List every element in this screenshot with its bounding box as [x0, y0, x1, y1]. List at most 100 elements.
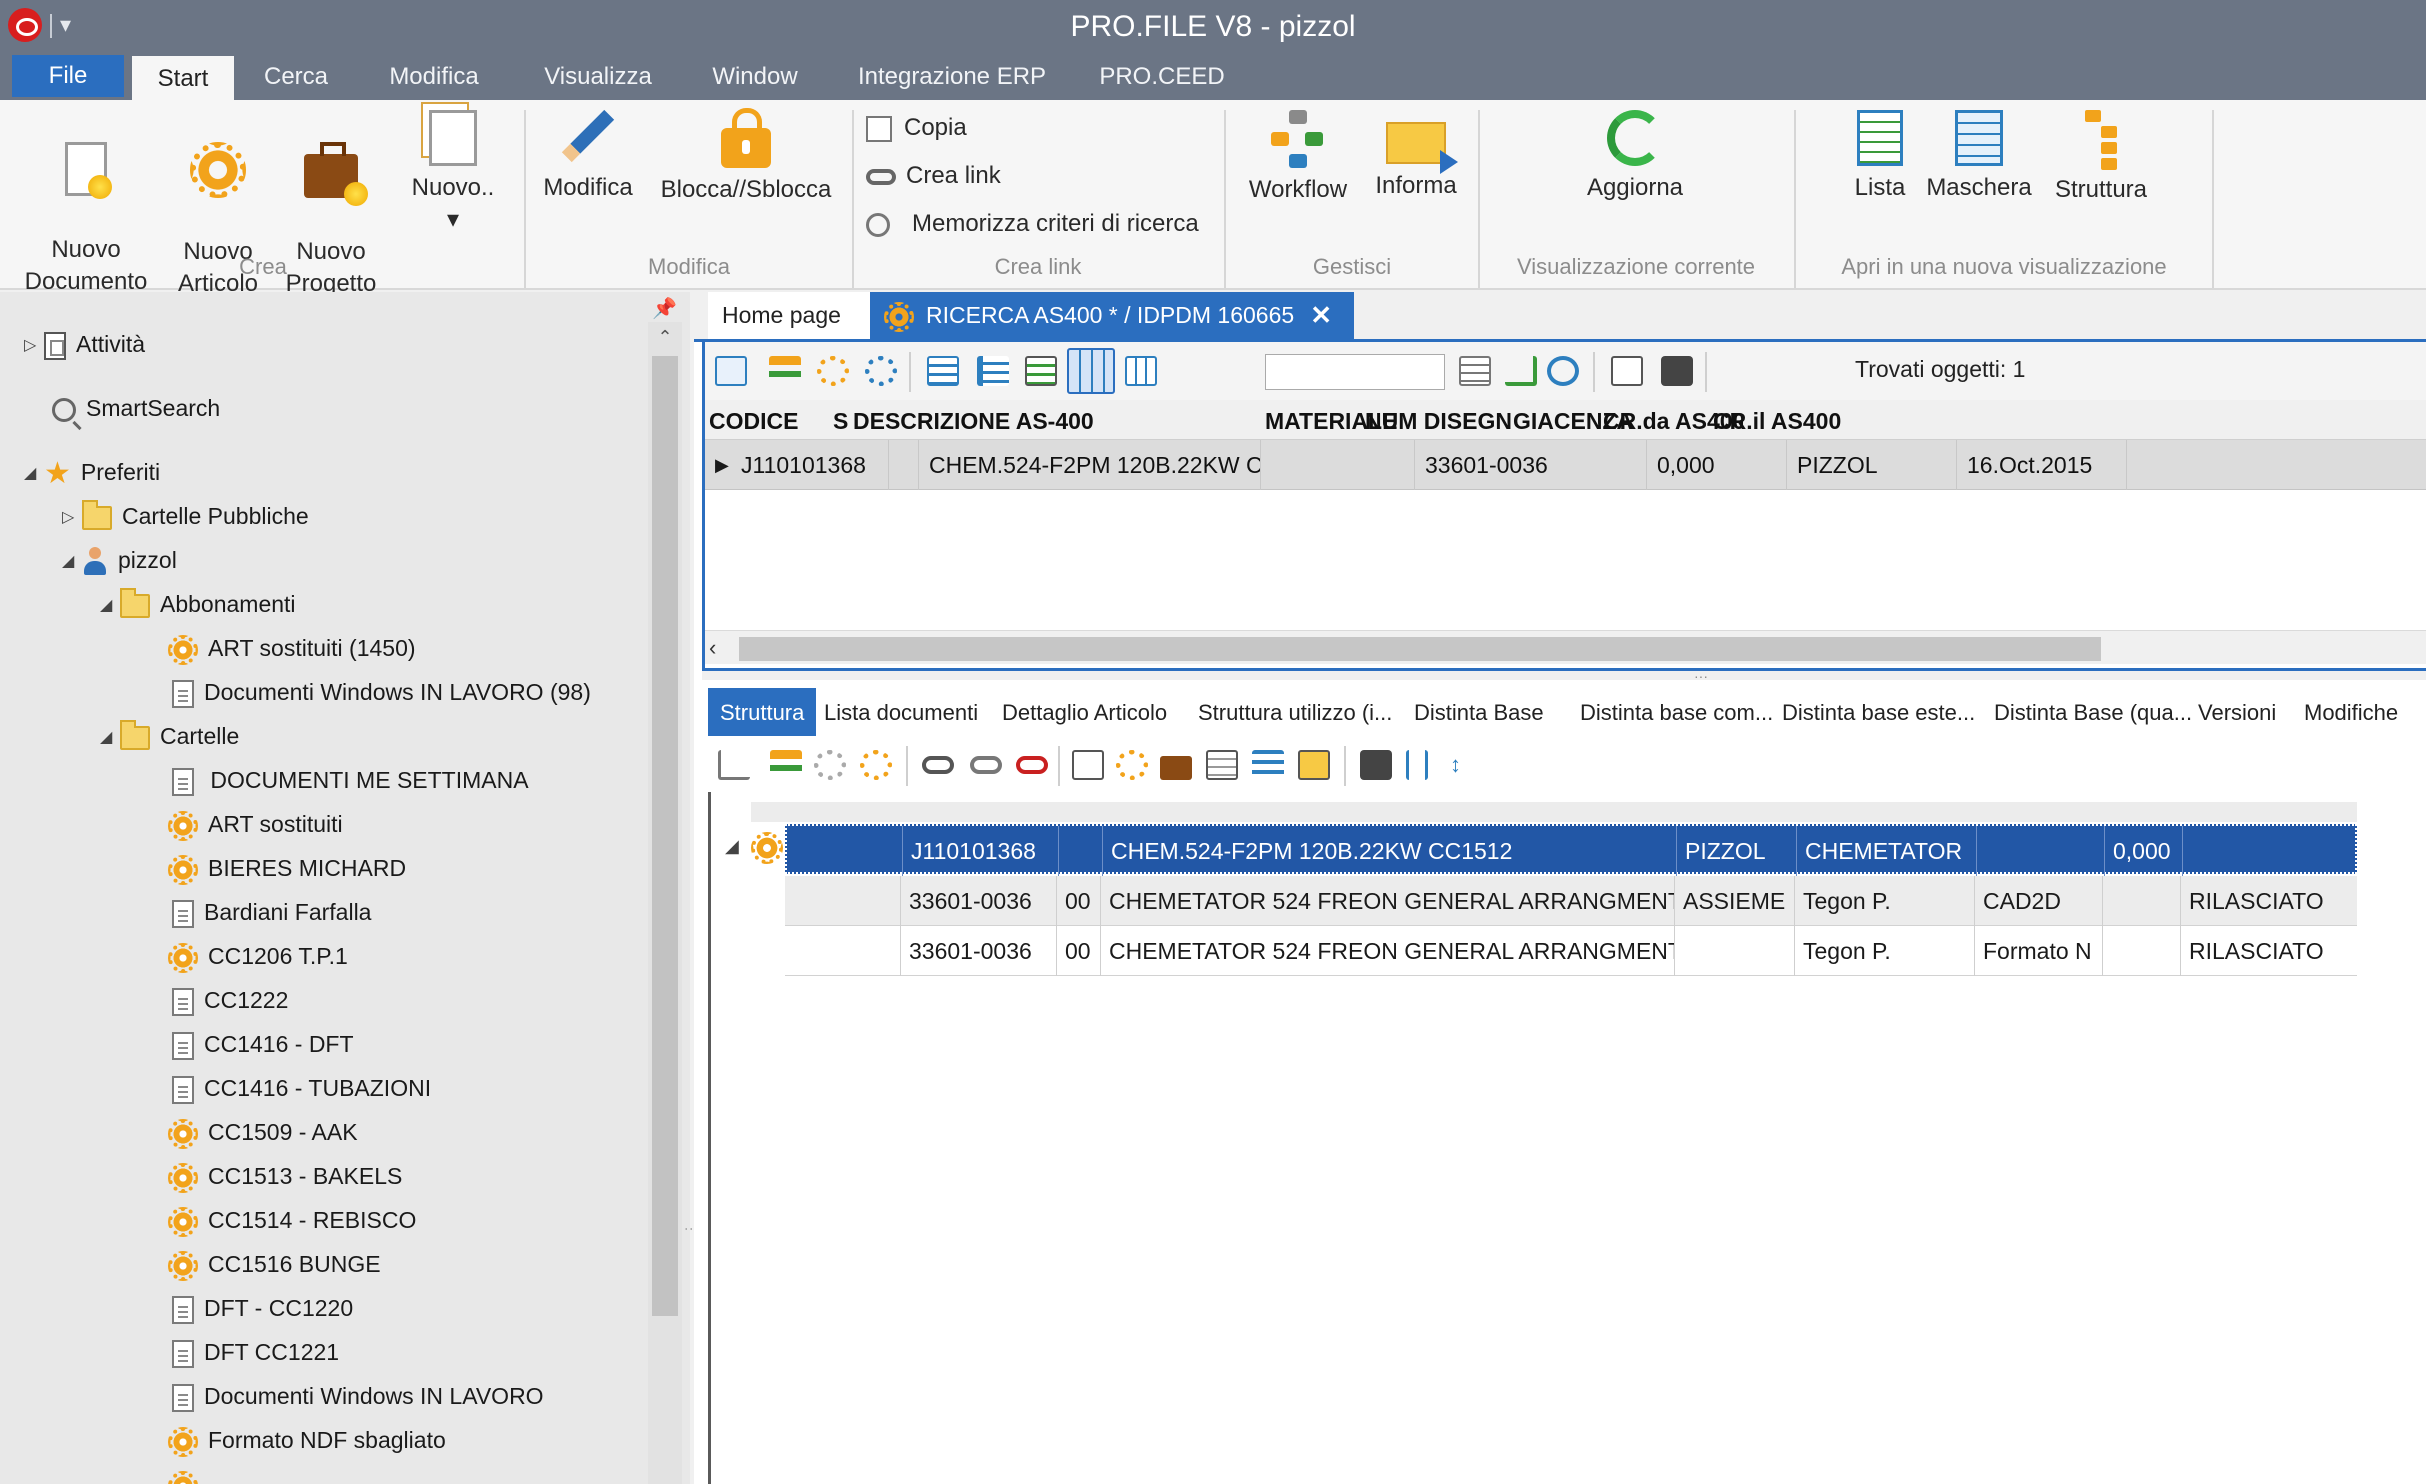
- gear-edit-icon[interactable]: [860, 750, 892, 780]
- tree-item-abbonamenti[interactable]: ◢ Abbonamenti: [100, 584, 296, 624]
- filter-input[interactable]: [1265, 354, 1445, 390]
- tree-item-documenti-me-settimana[interactable]: DOCUMENTI ME SETTIMANA: [172, 760, 529, 800]
- export-arrow-icon[interactable]: [1505, 356, 1537, 386]
- list-detail-icon[interactable]: [927, 356, 959, 386]
- tree-row[interactable]: 33601-0036 00 CHEMETATOR 524 FREON GENER…: [785, 926, 2357, 976]
- close-icon[interactable]: ✕: [1310, 292, 1332, 339]
- tree-item-cc1222[interactable]: CC1222: [172, 980, 288, 1020]
- tab-distinta-base-com[interactable]: Distinta base com...: [1580, 688, 1773, 736]
- indent-icon[interactable]: [977, 356, 1009, 386]
- column-header-codice[interactable]: CODICE: [709, 400, 829, 440]
- link-remove-icon[interactable]: [1016, 756, 1048, 774]
- tab-proceed[interactable]: PRO.CEED: [1092, 52, 1232, 100]
- tab-struttura[interactable]: Struttura: [708, 688, 817, 736]
- structure-icon[interactable]: [769, 356, 801, 386]
- tree-item-cc1416-tubazioni[interactable]: CC1416 - TUBAZIONI: [172, 1068, 431, 1108]
- print-icon[interactable]: [1360, 750, 1392, 780]
- print-icon[interactable]: [1661, 356, 1693, 386]
- tree-scrollbar[interactable]: ⌃: [648, 322, 682, 1484]
- grid-view-icon[interactable]: [1067, 348, 1115, 394]
- scroll-up-icon[interactable]: ⌃: [648, 322, 682, 352]
- scroll-left-icon[interactable]: ‹: [709, 631, 716, 665]
- gear-disabled-icon[interactable]: [814, 750, 846, 780]
- tree-item-cc1206[interactable]: CC1206 T.P.1: [168, 936, 348, 976]
- tab-window[interactable]: Window: [700, 52, 810, 100]
- tab-distinta-base-qua[interactable]: Distinta Base (qua...: [1994, 688, 2192, 736]
- tree-item-cc1416-dft[interactable]: CC1416 - DFT: [172, 1024, 354, 1064]
- tree-item-bardiani-farfalla[interactable]: Bardiani Farfalla: [172, 892, 371, 932]
- column-header-descrizione[interactable]: DESCRIZIONE AS-400: [853, 400, 1253, 440]
- tree-root-icon[interactable]: [718, 750, 750, 780]
- tree-row-selected[interactable]: J110101368 CHEM.524-F2PM 120B.22KW CC151…: [785, 824, 2357, 876]
- tree-item-documenti-windows-in-lavoro[interactable]: Documenti Windows IN LAVORO: [172, 1376, 544, 1416]
- tab-lista-documenti[interactable]: Lista documenti: [824, 688, 978, 736]
- tab-start[interactable]: Start: [132, 56, 234, 100]
- tree-row[interactable]: 33601-0036 00 CHEMETATOR 524 FREON GENER…: [785, 876, 2357, 926]
- tree-item-cc1516[interactable]: CC1516 BUNGE: [168, 1244, 381, 1284]
- column-header-s[interactable]: S: [833, 400, 853, 440]
- properties-icon[interactable]: [715, 356, 747, 386]
- tree-item-dft-cc1220[interactable]: DFT - CC1220: [172, 1288, 353, 1328]
- collapse-icon[interactable]: ◢: [725, 836, 739, 857]
- tab-ricerca[interactable]: RICERCA AS400 * / IDPDM 160665 ✕: [870, 292, 1354, 339]
- tree-item-dft-cc1221[interactable]: DFT CC1221: [172, 1332, 339, 1372]
- tab-integrazione-erp[interactable]: Integrazione ERP: [852, 52, 1052, 100]
- workflow-button[interactable]: Workflow: [1240, 110, 1356, 206]
- column-view-icon[interactable]: [1125, 356, 1157, 386]
- folder-document-icon[interactable]: [1298, 750, 1330, 780]
- tree-item-cartelle-pubbliche[interactable]: ▷ Cartelle Pubbliche: [62, 496, 309, 536]
- struttura-button[interactable]: Struttura: [2046, 110, 2156, 206]
- table-row[interactable]: ▶ J110101368 CHEM.524-F2PM 120B.22KW CC1…: [705, 440, 2426, 490]
- crea-link-button[interactable]: Crea link: [866, 162, 1001, 190]
- refresh-cancel-icon[interactable]: [1547, 356, 1579, 386]
- expand-icon[interactable]: ▷: [62, 498, 82, 538]
- splitter-grip-icon[interactable]: ···: [1694, 668, 1708, 684]
- tab-versioni[interactable]: Versioni: [2198, 688, 2276, 736]
- tree-item-cartelle[interactable]: ◢ Cartelle: [100, 716, 239, 756]
- informa-button[interactable]: Informa: [1364, 110, 1468, 202]
- link-icon[interactable]: [922, 756, 954, 774]
- tab-distinta-base[interactable]: Distinta Base: [1414, 688, 1544, 736]
- modifica-button[interactable]: Modifica: [536, 109, 640, 204]
- maschera-button[interactable]: Maschera: [1924, 110, 2034, 204]
- aggiorna-button[interactable]: Aggiorna: [1560, 110, 1710, 204]
- tab-distinta-base-este[interactable]: Distinta base este...: [1782, 688, 1975, 736]
- tree-item-cc1509[interactable]: CC1509 - AAK: [168, 1112, 358, 1152]
- document-list-icon[interactable]: [1206, 750, 1238, 780]
- tab-dettaglio-articolo[interactable]: Dettaglio Articolo: [1002, 688, 1167, 736]
- tab-modifica[interactable]: Modifica: [372, 52, 496, 100]
- filter-clear-icon[interactable]: [1025, 356, 1057, 386]
- collapse-icon[interactable]: ◢: [24, 454, 44, 494]
- pin-icon[interactable]: 📌: [652, 296, 677, 321]
- tree-item-cc1514[interactable]: CC1514 - REBISCO: [168, 1200, 416, 1240]
- link-edit-icon[interactable]: [970, 756, 1002, 774]
- tree-item-attivita[interactable]: ▷ Attività: [24, 324, 145, 364]
- column-header-num-disegno[interactable]: NUM DISEGNO AS4: [1365, 400, 1513, 440]
- tree-item-cc1513[interactable]: CC1513 - BAKELS: [168, 1156, 402, 1196]
- column-header-cr-il[interactable]: CR.il AS400: [1713, 400, 1873, 440]
- collapse-icon[interactable]: ◢: [62, 542, 82, 582]
- tree-item-documenti-windows-98[interactable]: Documenti Windows IN LAVORO (98): [172, 672, 591, 712]
- document-new-icon[interactable]: [1072, 750, 1104, 780]
- lista-button[interactable]: Lista: [1844, 110, 1916, 204]
- briefcase-icon[interactable]: [1160, 756, 1192, 780]
- tree-item-formato-ndf-sbagliato[interactable]: Formato NDF sbagliato: [168, 1420, 446, 1460]
- tree-item-pizzol[interactable]: ◢ pizzol: [62, 540, 177, 580]
- tab-struttura-utilizzo[interactable]: Struttura utilizzo (i...: [1198, 688, 1392, 736]
- tab-modifiche[interactable]: Modifiche: [2304, 688, 2398, 736]
- scroll-thumb[interactable]: [652, 356, 678, 1316]
- tab-file[interactable]: File: [12, 55, 124, 97]
- tab-visualizza[interactable]: Visualizza: [534, 52, 662, 100]
- copia-button[interactable]: Copia: [866, 114, 967, 142]
- horizontal-scrollbar[interactable]: ‹: [705, 630, 2426, 664]
- excel-export-icon[interactable]: [1611, 356, 1643, 386]
- sort-az-icon[interactable]: ↕: [1450, 750, 1482, 780]
- collapse-icon[interactable]: ◢: [100, 718, 120, 758]
- collapse-icon[interactable]: ◢: [100, 586, 120, 626]
- article-new-icon[interactable]: [1116, 750, 1148, 780]
- tab-home-page[interactable]: Home page: [708, 292, 874, 339]
- tree-item-preferiti[interactable]: ◢ ★ Preferiti: [24, 452, 160, 492]
- table-settings-icon[interactable]: [1459, 356, 1491, 386]
- settings-edit-icon[interactable]: [865, 356, 897, 386]
- expand-icon[interactable]: ▷: [24, 326, 44, 366]
